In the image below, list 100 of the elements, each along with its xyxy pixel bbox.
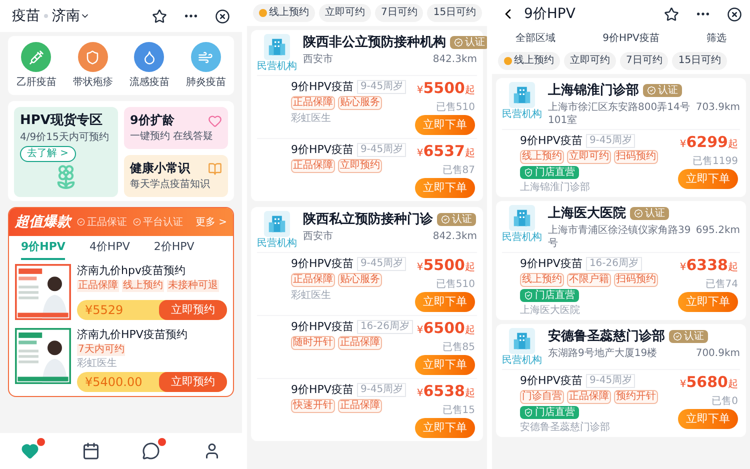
filter-chip[interactable]: 立即可约 (564, 52, 616, 70)
clinic-name: 上海锦淮门诊部 (548, 82, 639, 99)
check-icon (673, 332, 682, 341)
star-icon[interactable] (664, 6, 679, 22)
tag: 未接种可退 (167, 280, 219, 292)
tag: 扫码预约 (614, 150, 658, 164)
age-range: 9-45周岁 (586, 374, 636, 388)
tag: 正品保障 (291, 96, 335, 110)
category-item[interactable]: 肺炎疫苗 (178, 42, 234, 89)
sold-count: 已售510 (436, 101, 475, 114)
promo-subtitle: 4/9价15天内可预约 (20, 131, 110, 144)
sold-count: 已售0 (712, 395, 738, 408)
heart-icon[interactable] (21, 442, 40, 460)
filter-chip[interactable]: 7日可约 (620, 52, 668, 70)
vaccine-name: 9价HPV疫苗 (520, 133, 582, 148)
close-icon[interactable] (727, 6, 742, 22)
clinic-type: 民营机构 (502, 354, 542, 367)
promo-title: HPV现货专区 (20, 113, 104, 129)
tag: 7天内可约 (77, 344, 126, 356)
dropdown-filter[interactable]: 筛选 (706, 30, 726, 46)
tag: 正品保障 (291, 273, 335, 287)
check-icon (441, 215, 450, 224)
clinic-name: 安德鲁圣蕊慈门诊部 (548, 328, 665, 345)
city-selector[interactable]: 济南 (52, 6, 90, 26)
category-item[interactable]: 带状疱疹 (64, 42, 121, 89)
category-item[interactable]: 乙肝疫苗 (8, 42, 64, 89)
price-text: 6500 (423, 319, 465, 337)
vaccine-name: 9价HPV疫苗 (291, 256, 354, 271)
filter-chip[interactable]: 线上预约 (253, 4, 315, 22)
currency-symbol: ¥ (680, 261, 686, 275)
tag: 立即可约 (567, 150, 611, 164)
page-title: 9价HPV (524, 4, 576, 24)
currency-symbol: ¥ (680, 378, 686, 392)
price-text: 5500 (423, 79, 465, 97)
promo-card[interactable]: 健康小常识 每天学点疫苗知识 (124, 155, 228, 197)
certified-badge: 认证 (669, 330, 708, 343)
dropdown-filter[interactable]: 全部区域 (516, 30, 556, 46)
vaccine-name: 9价HPV疫苗 (520, 373, 582, 388)
building-icon (509, 328, 535, 354)
category-item[interactable]: 流感疫苗 (121, 42, 178, 89)
price-text: 5500 (423, 256, 465, 274)
price-text: 5680 (686, 373, 728, 391)
age-range: 9-45周岁 (586, 134, 636, 148)
age-range: 9-45周岁 (357, 256, 406, 270)
tag: 贴心服务 (338, 96, 382, 110)
filter-chip[interactable]: 立即可约 (319, 4, 371, 22)
store-badge: 门店直营 (520, 289, 579, 302)
promo-card[interactable]: HPV现货专区 4/9价15天内可预约 去了解 > (14, 107, 118, 197)
clinic-name: 上海医大医院 (548, 205, 626, 222)
filter-chip[interactable]: 7日可约 (375, 4, 424, 22)
filter-chip[interactable]: 15日可约 (427, 4, 482, 22)
tag: 立即预约 (338, 159, 382, 173)
price-text: 6538 (423, 382, 465, 400)
clinic-name: 陕西非公立预防接种机构 (303, 34, 446, 51)
vaccine-name: 9价HPV疫苗 (291, 79, 354, 94)
age-range: 9-45周岁 (357, 382, 406, 396)
certified-badge: 认证 (643, 84, 682, 97)
sold-count: 已售15 (442, 404, 475, 417)
tab[interactable]: 2价HPV (154, 236, 194, 260)
clinic-type: 民营机构 (257, 237, 297, 250)
promo-subtitle: 一键预约 在线答疑 (130, 130, 214, 143)
tag: 快速开针 (291, 399, 335, 413)
promo-card[interactable]: 9价扩龄 一键预约 在线答疑 (124, 107, 228, 149)
clinic-type: 民营机构 (257, 60, 297, 73)
tag: 线上预约 (520, 150, 564, 164)
check-icon (77, 218, 85, 226)
age-range: 9-45周岁 (357, 142, 406, 156)
price-unit: 起 (465, 324, 475, 338)
building-icon (509, 82, 535, 108)
tag: 门诊自营 (520, 390, 564, 404)
check-icon (133, 218, 141, 226)
calendar-icon[interactable] (82, 442, 100, 460)
price-text: ¥5400.00 (84, 374, 144, 391)
product-title: 济南九价hpv疫苗预约 (77, 264, 186, 278)
tab[interactable]: 4价HPV (89, 236, 130, 260)
tag: 预约开针 (614, 390, 658, 404)
dropdown-filter[interactable]: 9价HPV疫苗 (602, 30, 660, 46)
star-icon[interactable] (152, 8, 167, 24)
clinic-address: 西安市 (303, 230, 334, 243)
close-icon[interactable] (215, 8, 230, 24)
price-unit: 起 (728, 260, 738, 275)
sold-count: 已售85 (442, 341, 475, 354)
currency-symbol: ¥ (416, 324, 424, 338)
seller-name: 安德鲁圣蕊慈门诊部 (520, 421, 611, 434)
building-icon (264, 211, 290, 237)
guarantee-label: 平台认证 (133, 214, 183, 230)
shield-icon (524, 408, 533, 417)
currency-symbol: ¥ (680, 138, 686, 152)
product-title: 济南九价HPV疫苗预约 (77, 328, 188, 342)
filter-chip[interactable]: 线上预约 (498, 52, 560, 70)
heart-icon (208, 114, 222, 128)
price-unit: 起 (728, 378, 738, 392)
bag-icon (259, 9, 267, 17)
check-icon (454, 38, 463, 47)
clinic-name: 陕西私立预防接种门诊 (303, 211, 433, 228)
filter-chip[interactable]: 15日可约 (672, 52, 728, 70)
currency-symbol: ¥ (416, 84, 424, 98)
chat-icon[interactable] (142, 442, 160, 460)
vaccine-name: 9价HPV疫苗 (520, 256, 582, 271)
tag: 正品保障 (338, 399, 382, 413)
